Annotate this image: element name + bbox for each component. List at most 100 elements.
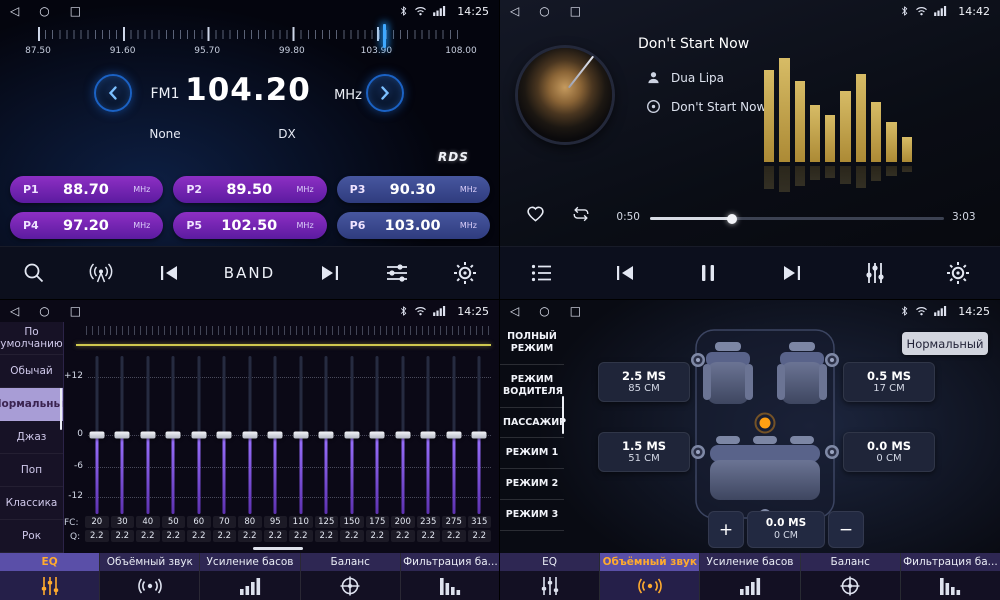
tab-surround-sound[interactable]: Объёмный звук bbox=[600, 553, 700, 600]
slider-handle[interactable] bbox=[370, 432, 385, 439]
next-button[interactable] bbox=[317, 260, 343, 286]
slider-handle[interactable] bbox=[89, 432, 104, 439]
slider-handle[interactable] bbox=[191, 432, 206, 439]
eq-band-slider[interactable] bbox=[314, 356, 340, 514]
sidebar-scrollbar[interactable] bbox=[60, 388, 62, 430]
slider-handle[interactable] bbox=[446, 432, 461, 439]
tab-filter[interactable]: Фильтрация ба... bbox=[401, 553, 500, 600]
mode-item-2[interactable]: ПАССАЖИР bbox=[500, 408, 564, 439]
tab-bass-boost[interactable]: Усиление басов bbox=[200, 553, 300, 600]
mode-item-3[interactable]: РЕЖИМ 1 bbox=[500, 438, 564, 469]
recents-icon[interactable]: □ bbox=[570, 5, 581, 17]
eq-band-slider[interactable] bbox=[161, 356, 187, 514]
seek-bar-knob[interactable] bbox=[727, 214, 737, 224]
eq-band-slider[interactable] bbox=[339, 356, 365, 514]
tab-filter[interactable]: Фильтрация ба... bbox=[901, 553, 1000, 600]
listening-position-dot[interactable] bbox=[760, 418, 771, 429]
mode-item-0[interactable]: ПОЛНЫЙ РЕЖИМ bbox=[500, 322, 564, 365]
preset-p2[interactable]: P289.50MHz bbox=[173, 176, 326, 203]
playlist-button[interactable] bbox=[529, 260, 555, 286]
home-icon[interactable]: ○ bbox=[39, 5, 49, 17]
eq-preset-0[interactable]: По умолчанию bbox=[0, 322, 63, 355]
mode-item-5[interactable]: РЕЖИМ 3 bbox=[500, 500, 564, 531]
tune-settings-button[interactable] bbox=[384, 260, 410, 286]
seek-bar[interactable] bbox=[650, 217, 944, 220]
slider-handle[interactable] bbox=[395, 432, 410, 439]
scan-button[interactable] bbox=[21, 260, 47, 286]
slider-handle[interactable] bbox=[472, 432, 487, 439]
preset-p4[interactable]: P497.20MHz bbox=[10, 212, 163, 239]
slider-handle[interactable] bbox=[421, 432, 436, 439]
preset-p5[interactable]: P5102.50MHz bbox=[173, 212, 326, 239]
recents-icon[interactable]: □ bbox=[570, 305, 581, 317]
repeat-button[interactable] bbox=[570, 205, 592, 227]
home-icon[interactable]: ○ bbox=[539, 5, 549, 17]
tab-eq[interactable]: EQ bbox=[500, 553, 600, 600]
slider-handle[interactable] bbox=[166, 432, 181, 439]
tab-bass-boost[interactable]: Усиление басов bbox=[700, 553, 800, 600]
equalizer-button[interactable] bbox=[862, 260, 888, 286]
slider-handle[interactable] bbox=[217, 432, 232, 439]
eq-band-slider[interactable] bbox=[390, 356, 416, 514]
rear-bench-seat[interactable] bbox=[710, 436, 820, 500]
eq-band-slider[interactable] bbox=[467, 356, 493, 514]
eq-band-slider[interactable] bbox=[263, 356, 289, 514]
broadcast-button[interactable] bbox=[88, 260, 114, 286]
mode-item-1[interactable]: РЕЖИМ ВОДИТЕЛЯ bbox=[500, 365, 564, 408]
eq-preset-5[interactable]: Классика bbox=[0, 487, 63, 520]
eq-preset-6[interactable]: Рок bbox=[0, 520, 63, 553]
previous-button[interactable] bbox=[156, 260, 182, 286]
eq-band-slider[interactable] bbox=[237, 356, 263, 514]
slider-handle[interactable] bbox=[140, 432, 155, 439]
eq-preset-3[interactable]: Джаз bbox=[0, 421, 63, 454]
slider-handle[interactable] bbox=[293, 432, 308, 439]
eq-band-slider[interactable] bbox=[110, 356, 136, 514]
back-icon[interactable]: ◁ bbox=[510, 305, 519, 317]
eq-band-slider[interactable] bbox=[84, 356, 110, 514]
delay-increase-button[interactable]: + bbox=[708, 511, 744, 548]
eq-band-slider[interactable] bbox=[288, 356, 314, 514]
slider-handle[interactable] bbox=[115, 432, 130, 439]
eq-band-slider[interactable] bbox=[135, 356, 161, 514]
favorite-button[interactable] bbox=[524, 202, 547, 227]
tune-up-button[interactable] bbox=[366, 74, 404, 112]
preset-p3[interactable]: P390.30MHz bbox=[337, 176, 490, 203]
slider-handle[interactable] bbox=[242, 432, 257, 439]
settings-button[interactable] bbox=[452, 260, 478, 286]
eq-band-slider[interactable] bbox=[186, 356, 212, 514]
slider-handle[interactable] bbox=[344, 432, 359, 439]
slider-handle[interactable] bbox=[319, 432, 334, 439]
back-icon[interactable]: ◁ bbox=[510, 5, 519, 17]
eq-band-slider[interactable] bbox=[212, 356, 238, 514]
home-icon[interactable]: ○ bbox=[539, 305, 549, 317]
back-icon[interactable]: ◁ bbox=[10, 5, 19, 17]
preset-p6[interactable]: P6103.00MHz bbox=[337, 212, 490, 239]
eq-preset-2[interactable]: Нормальный bbox=[0, 388, 63, 421]
mode-scrollbar[interactable] bbox=[562, 396, 564, 434]
eq-band-slider[interactable] bbox=[416, 356, 442, 514]
tab-eq[interactable]: EQ bbox=[0, 553, 100, 600]
next-track-button[interactable] bbox=[779, 260, 805, 286]
tab-balance[interactable]: Баланс bbox=[301, 553, 401, 600]
profile-button[interactable]: Нормальный bbox=[902, 332, 988, 355]
eq-band-slider[interactable] bbox=[441, 356, 467, 514]
tab-balance[interactable]: Баланс bbox=[801, 553, 901, 600]
pause-button[interactable] bbox=[695, 260, 721, 286]
recents-icon[interactable]: □ bbox=[70, 305, 81, 317]
eq-preset-1[interactable]: Обычай bbox=[0, 355, 63, 388]
delay-decrease-button[interactable]: − bbox=[828, 511, 864, 548]
recents-icon[interactable]: □ bbox=[70, 5, 81, 17]
eq-preset-4[interactable]: Поп bbox=[0, 454, 63, 487]
back-icon[interactable]: ◁ bbox=[10, 305, 19, 317]
previous-track-button[interactable] bbox=[612, 260, 638, 286]
eq-horizontal-scrollbar[interactable] bbox=[253, 547, 303, 550]
tab-surround-sound[interactable]: Объёмный звук bbox=[100, 553, 200, 600]
slider-handle[interactable] bbox=[268, 432, 283, 439]
settings-button[interactable] bbox=[945, 260, 971, 286]
home-icon[interactable]: ○ bbox=[39, 305, 49, 317]
tune-down-button[interactable] bbox=[94, 74, 132, 112]
frequency-scale[interactable]: 87.5091.6095.7099.80103.90108.00 bbox=[38, 27, 461, 65]
eq-band-slider[interactable] bbox=[365, 356, 391, 514]
preset-p1[interactable]: P188.70MHz bbox=[10, 176, 163, 203]
band-button[interactable]: BAND bbox=[224, 264, 275, 282]
